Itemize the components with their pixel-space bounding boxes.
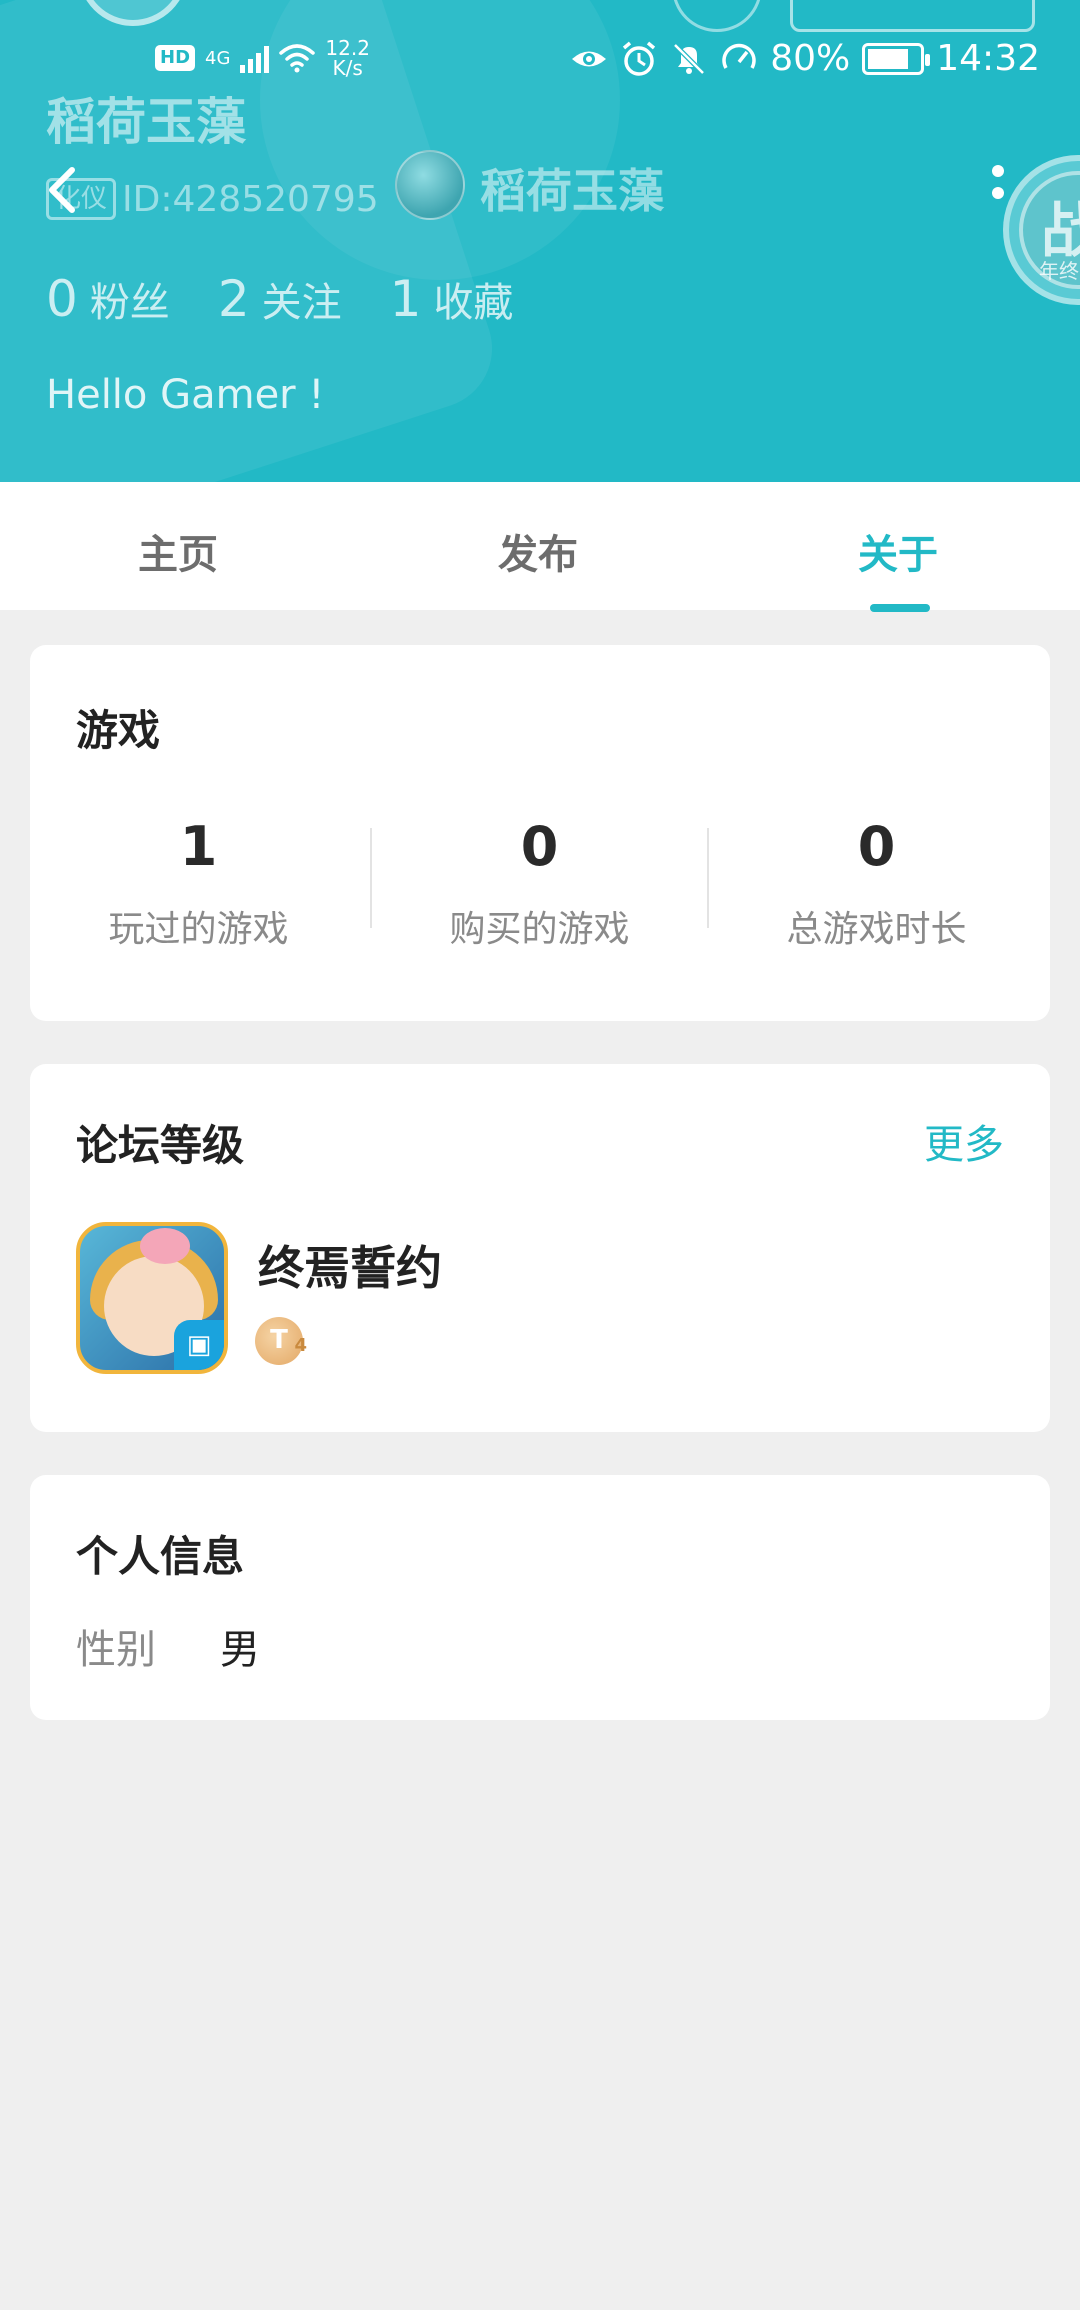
gender-label: 性别	[76, 1627, 156, 1673]
status-right: 80% 14:32	[570, 38, 1040, 79]
forum-level-card: 论坛等级 更多 ▣ 终焉誓约 T 4	[30, 1064, 1050, 1432]
medal-sub: 年终	[1039, 259, 1079, 283]
played-games-count: 1	[179, 815, 218, 878]
signal-icon	[240, 43, 270, 73]
tab-posts[interactable]: 发布	[498, 522, 578, 580]
level-badge-number: 4	[294, 1335, 307, 1356]
bilibili-tv-icon: ▣	[174, 1320, 224, 1370]
game-icon-bow	[140, 1228, 190, 1264]
nickname: 稻荷玉藻	[46, 93, 246, 151]
network-speed: 12.2 K/s	[325, 38, 370, 78]
user-bio: Hello Gamer !	[46, 372, 325, 418]
forum-card-title: 论坛等级	[76, 1121, 245, 1170]
profile-header: HD 4G 12.2 K/s 80% 14:32 稻荷玉藻 化仪 ID:4285…	[0, 0, 1080, 482]
tab-about[interactable]: 关于	[858, 522, 938, 580]
followers-label[interactable]: 粉丝	[90, 270, 170, 328]
played-games-stat[interactable]: 1 玩过的游戏	[30, 815, 367, 952]
following-count[interactable]: 2	[218, 270, 250, 328]
tab-home[interactable]: 主页	[138, 522, 218, 580]
speed-unit: K/s	[332, 56, 363, 80]
purchased-games-label: 购买的游戏	[449, 909, 630, 950]
header-nickname: 稻荷玉藻	[480, 164, 664, 218]
playtime-stat[interactable]: 0 总游戏时长	[708, 815, 1045, 952]
user-id-row: 化仪 ID:428520795	[46, 178, 379, 220]
followers-count[interactable]: 0	[46, 270, 78, 328]
following-label[interactable]: 关注	[262, 270, 342, 328]
status-left: HD 4G 12.2 K/s	[155, 38, 370, 78]
wifi-icon	[279, 44, 316, 73]
game-icon[interactable]: ▣	[76, 1222, 228, 1374]
level-badge-letter: T	[270, 1325, 288, 1355]
personal-info-card: 个人信息 性别 男	[30, 1475, 1050, 1720]
alarm-icon	[623, 41, 656, 76]
games-card-title: 游戏	[76, 706, 161, 755]
profile-tabs: 主页 发布 关于	[0, 482, 1080, 612]
favorites-count[interactable]: 1	[390, 270, 422, 328]
network-type: 4G	[205, 47, 231, 69]
speedometer-icon	[722, 43, 756, 69]
follow-stats: 0 粉丝 2 关注 1 收藏	[46, 270, 561, 328]
battery-icon	[862, 42, 931, 75]
game-name[interactable]: 终焉誓约	[258, 1232, 442, 1298]
more-dots-icon[interactable]	[990, 163, 1006, 213]
playtime-label: 总游戏时长	[786, 909, 967, 950]
purchased-games-count: 0	[520, 815, 559, 878]
back-arrow-icon[interactable]	[40, 160, 90, 220]
user-id: ID:428520795	[122, 178, 379, 220]
clock: 14:32	[936, 38, 1040, 79]
favorites-label[interactable]: 收藏	[433, 270, 513, 328]
bell-off-icon	[673, 42, 706, 75]
games-card: 游戏 1 玩过的游戏 0 购买的游戏 0 总游戏时长	[30, 645, 1050, 1021]
battery-percent: 80%	[770, 38, 851, 79]
purchased-games-stat[interactable]: 0 购买的游戏	[371, 815, 708, 952]
header-avatar	[395, 150, 465, 220]
eye-icon	[572, 51, 607, 66]
level-medal[interactable]: 战 年终	[1003, 155, 1080, 305]
forum-level-badge: T 4	[255, 1317, 307, 1365]
gender-value: 男	[220, 1627, 260, 1673]
playtime-count: 0	[857, 815, 896, 878]
info-card-title: 个人信息	[76, 1532, 245, 1581]
played-games-label: 玩过的游戏	[108, 909, 289, 950]
hd-badge: HD	[155, 45, 196, 71]
active-tab-indicator	[870, 604, 930, 612]
more-link[interactable]: 更多	[924, 1112, 1004, 1170]
